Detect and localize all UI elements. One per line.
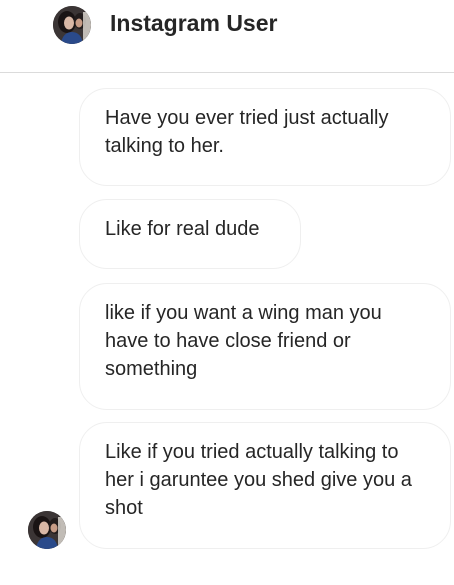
profile-photo-icon [53,6,91,44]
chat-username[interactable]: Instagram User [110,9,277,37]
chat-header: Instagram User [0,0,454,73]
message-bubble[interactable]: Have you ever tried just actually talkin… [79,88,451,186]
message-bubble[interactable]: like if you want a wing man you have to … [79,283,451,410]
header-avatar[interactable] [53,6,91,44]
sender-avatar[interactable] [28,511,66,549]
profile-photo-icon [28,511,66,549]
message-thread: Have you ever tried just actually talkin… [0,74,454,585]
message-bubble[interactable]: Like if you tried actually talking to he… [79,422,451,549]
message-bubble[interactable]: Like for real dude [79,199,301,269]
